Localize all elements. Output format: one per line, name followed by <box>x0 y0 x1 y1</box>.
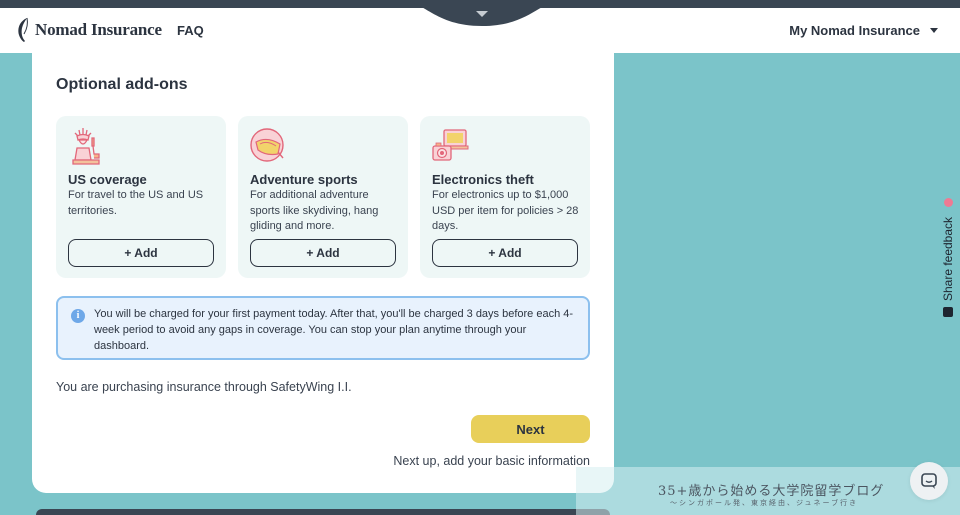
addon-description: For travel to the US and US territories. <box>68 189 204 217</box>
blog-watermark: 35+歳から始める大学院留学ブログ ～シンガポール発、東京経由、ジュネーブ行き <box>576 467 960 515</box>
faq-link[interactable]: FAQ <box>177 23 204 38</box>
share-feedback-tab[interactable]: Share feedback <box>936 195 960 323</box>
chat-bubble-icon <box>921 473 937 489</box>
collapse-handle[interactable] <box>400 0 564 26</box>
addon-electronics-theft: Electronics theft For electronics up to … <box>420 116 590 278</box>
feather-logo-icon <box>18 17 28 42</box>
account-menu[interactable]: My Nomad Insurance <box>789 23 938 38</box>
add-us-coverage-button[interactable]: + Add <box>68 239 214 267</box>
chat-launcher-button[interactable] <box>910 462 948 500</box>
next-up-text: Next up, add your basic information <box>393 454 590 468</box>
next-card-edge <box>36 509 610 515</box>
addon-us-coverage: US coverage For travel to the US and US … <box>56 116 226 278</box>
billing-info-box: i You will be charged for your first pay… <box>56 296 590 360</box>
add-adventure-sports-button[interactable]: + Add <box>250 239 396 267</box>
camera-laptop-icon <box>432 129 469 161</box>
caret-down-icon <box>930 28 938 33</box>
addon-adventure-sports: Adventure sports For additional adventur… <box>238 116 408 278</box>
addon-name: Electronics theft <box>432 172 534 187</box>
add-electronics-theft-button[interactable]: + Add <box>432 239 578 267</box>
brand-name: Nomad Insurance <box>35 20 162 39</box>
section-title: Optional add-ons <box>56 76 188 93</box>
addon-name: Adventure sports <box>250 172 358 187</box>
account-menu-label: My Nomad Insurance <box>789 23 920 38</box>
addon-description: For electronics up to $1,000 USD per ite… <box>432 189 579 232</box>
helmet-icon <box>250 128 284 162</box>
share-feedback-label: Share feedback <box>941 216 955 302</box>
addon-description: For additional adventure sports like sky… <box>250 189 379 232</box>
addon-name: US coverage <box>68 172 147 187</box>
info-icon: i <box>71 309 85 323</box>
background-panel-left <box>0 53 32 515</box>
main-card: Optional add-ons US coverage For travel … <box>32 53 614 493</box>
watermark-title: 35+歳から始める大学院留学ブログ <box>658 484 885 499</box>
feedback-logo-icon <box>943 307 953 317</box>
brand-logo[interactable]: Nomad Insurance <box>16 16 162 44</box>
next-button[interactable]: Next <box>471 415 590 443</box>
background-panel-right <box>614 53 960 515</box>
billing-info-text: You will be charged for your first payme… <box>94 308 574 352</box>
statue-of-liberty-icon <box>72 128 100 165</box>
purchasing-notice: You are purchasing insurance through Saf… <box>56 380 352 394</box>
watermark-subtitle: ～シンガポール発、東京経由、ジュネーブ行き <box>670 500 859 507</box>
